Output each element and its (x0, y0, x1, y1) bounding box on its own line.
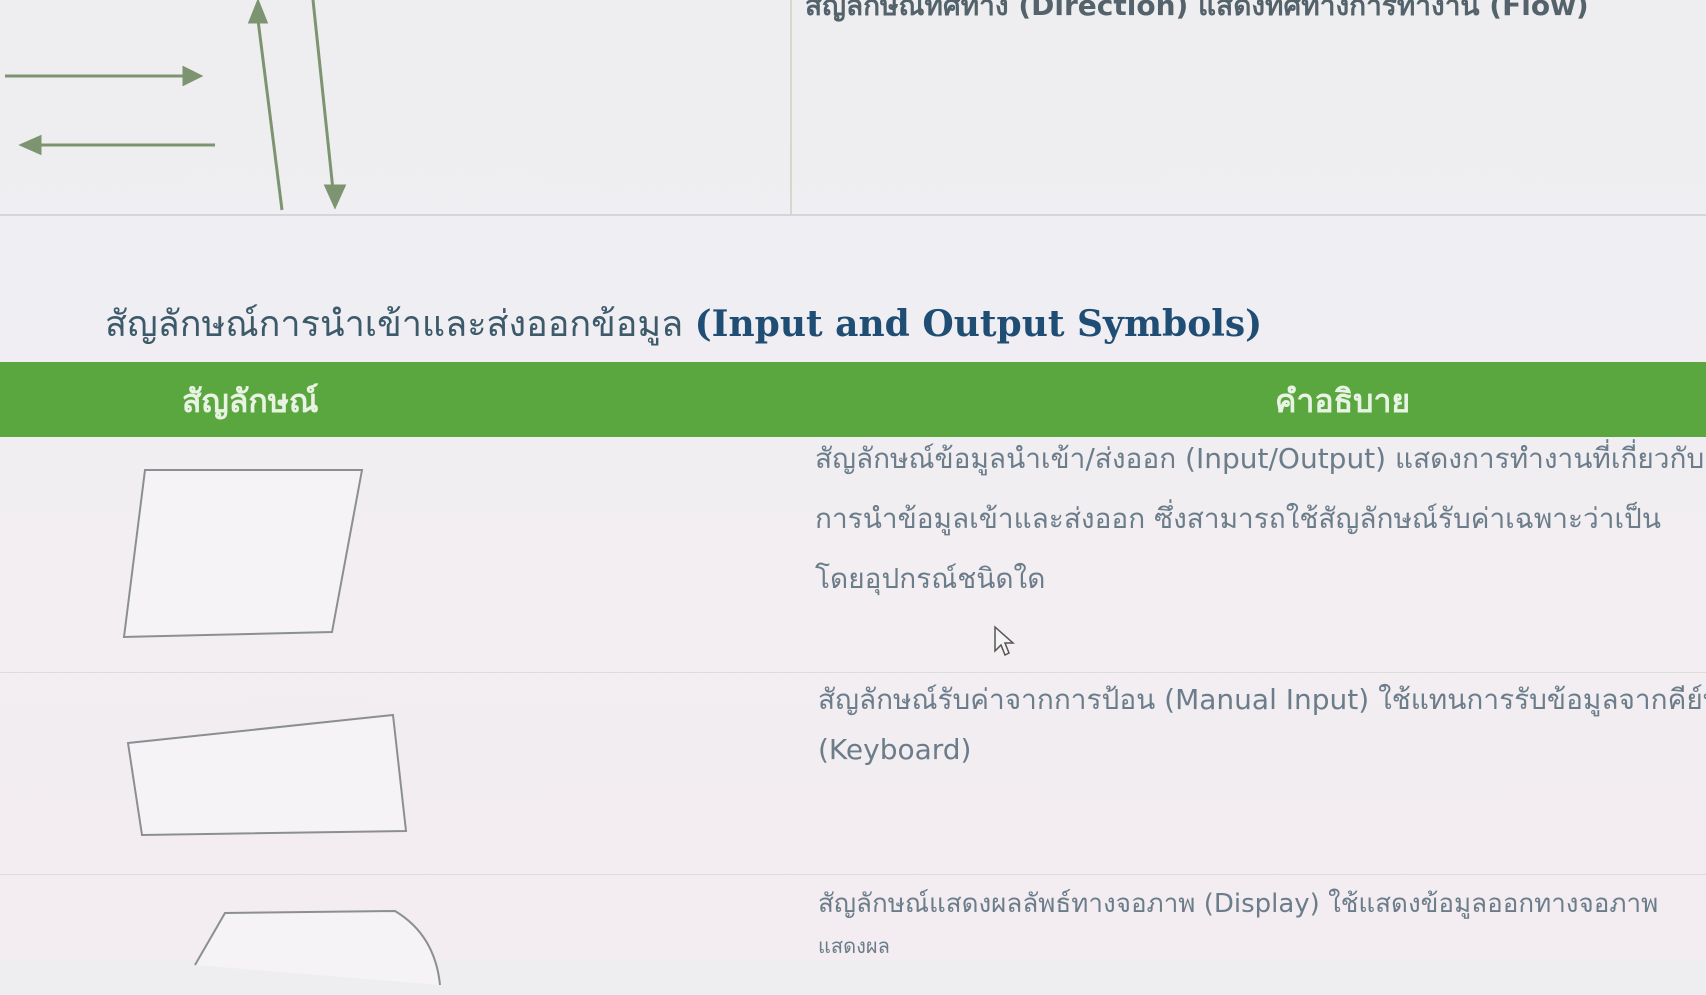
direction-description: สัญลักษณ์ทิศทาง (Direction) แสดงทิศทางกา… (805, 0, 1589, 22)
direction-section: สัญลักษณ์ทิศทาง (Direction) แสดงทิศทางกา… (0, 0, 1706, 220)
table-row: สัญลักษณ์ข้อมูลนำเข้า/ส่งออก (Input/Outp… (0, 437, 1706, 672)
column-divider (790, 0, 792, 215)
row-divider (0, 214, 1706, 216)
row-description-line: การนำข้อมูลเข้าและส่งออก ซึ่งสามารถใช้สั… (815, 502, 1661, 535)
direction-arrows-icon (5, 0, 347, 211)
table-row: สัญลักษณ์แสดงผลลัพธ์ทางจอภาพ (Display) ใ… (0, 875, 1706, 986)
mouse-cursor-icon (994, 625, 1015, 657)
section-title-thai: สัญลักษณ์การนำเข้าและส่งออกข้อมูล (105, 304, 684, 345)
row-description-line: (Keyboard) (818, 733, 972, 766)
section-title-english: (Input and Output Symbols) (694, 303, 1263, 345)
row-description-line: สัญลักษณ์รับค่าจากการป้อน (Manual Input)… (818, 683, 1706, 716)
table-row: สัญลักษณ์รับค่าจากการป้อน (Manual Input)… (0, 673, 1706, 873)
row-description-line: โดยอุปกรณ์ชนิดใด (815, 562, 1046, 595)
table-header: สัญลักษณ์ คำอธิบาย (0, 362, 1706, 437)
header-symbol: สัญลักษณ์ (182, 382, 319, 420)
row-description-line: สัญลักษณ์ข้อมูลนำเข้า/ส่งออก (Input/Outp… (815, 442, 1705, 475)
header-description: คำอธิบาย (1275, 382, 1411, 420)
row-description-line: แสดงผล (818, 934, 890, 958)
row-description-line: สัญลักษณ์แสดงผลลัพธ์ทางจอภาพ (Display) ใ… (818, 889, 1659, 919)
section-title: สัญลักษณ์การนำเข้าและส่งออกข้อมูล (Input… (105, 295, 1262, 352)
